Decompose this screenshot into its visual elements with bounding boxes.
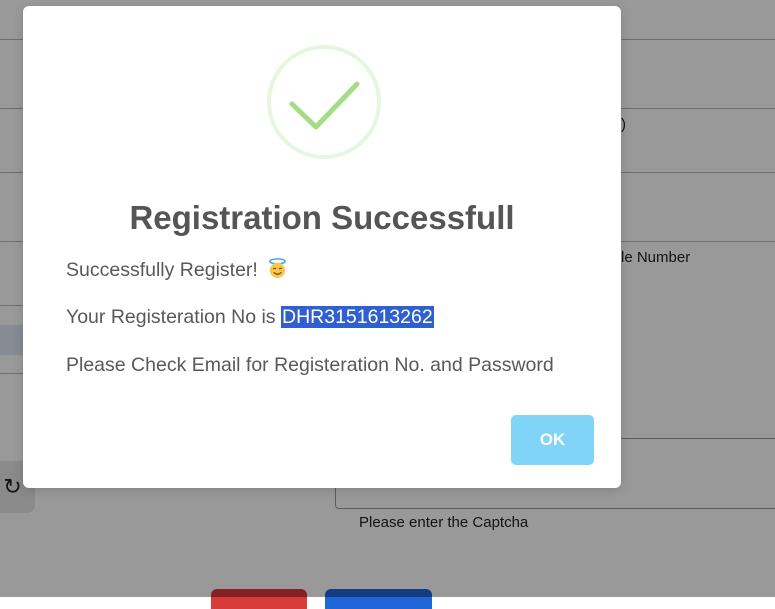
ok-button[interactable]: OK	[511, 415, 594, 465]
registration-number-label: Your Registeration No is	[66, 306, 281, 328]
success-message-text: Successfully Register!	[66, 259, 258, 281]
email-instruction: Please Check Email for Registeration No.…	[66, 354, 554, 376]
registration-number[interactable]: DHR3151613262	[280, 306, 434, 328]
dialog-title: Registration Successfull	[129, 199, 515, 236]
success-message: Successfully Register!	[66, 258, 288, 282]
success-dialog: Registration Successfull Successfully Re…	[23, 6, 621, 488]
check-circle-icon	[267, 45, 381, 159]
registration-number-line: Your Registeration No is DHR3151613262	[66, 306, 434, 329]
smiling-face-with-halo-icon	[269, 258, 287, 279]
